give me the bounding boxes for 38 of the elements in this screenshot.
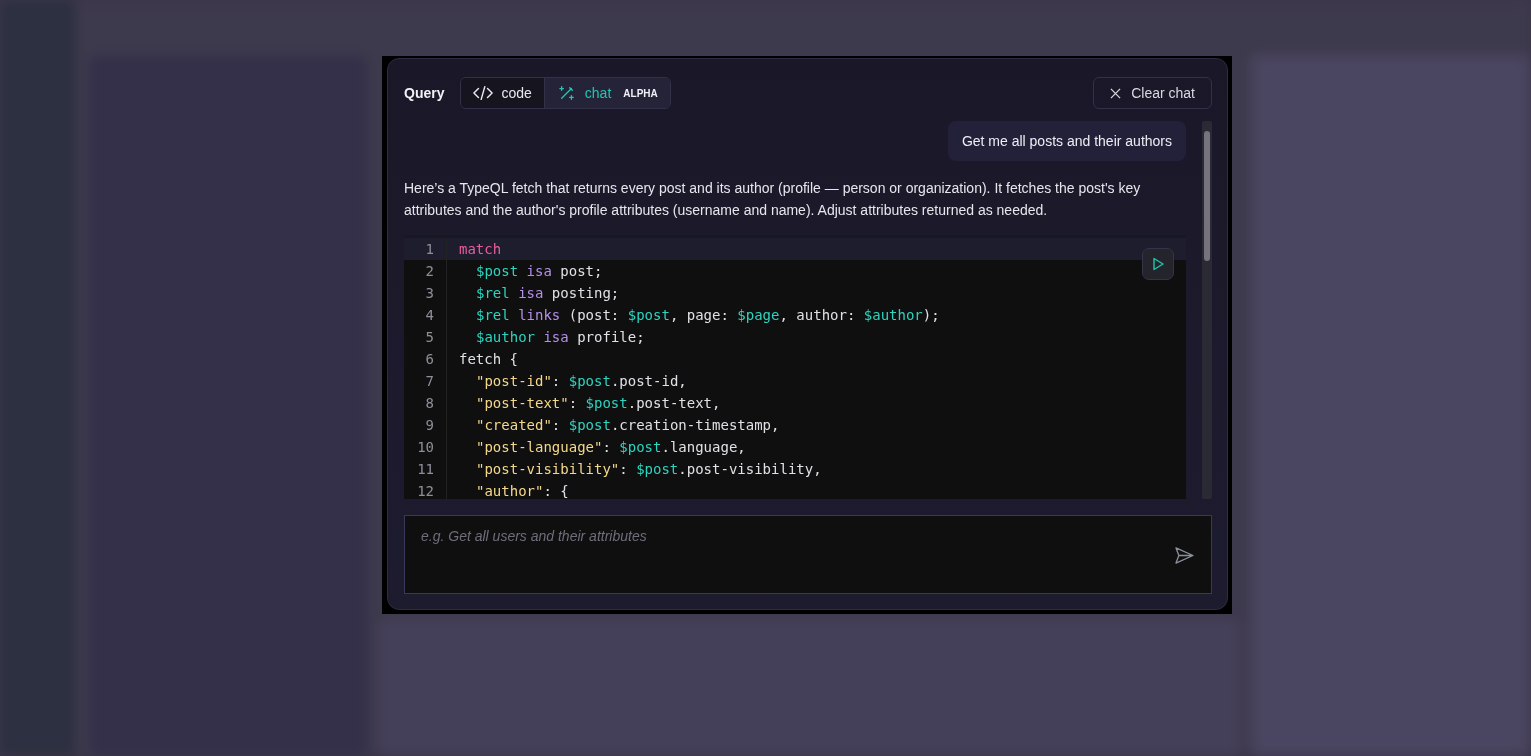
code-line: "post-text": $post.post-text, <box>475 394 721 413</box>
line-number: 7 <box>404 370 447 392</box>
chat-input[interactable]: e.g. Get all users and their attributes <box>404 515 1212 594</box>
code-line: "post-visibility": $post.post-visibility, <box>475 460 822 479</box>
play-icon <box>1151 257 1165 271</box>
line-number: 12 <box>404 480 447 499</box>
mode-tab[interactable]: code <box>461 78 544 108</box>
code-line: "author": { <box>475 482 569 499</box>
code-line: $rel isa posting; <box>475 284 620 303</box>
line-number: 6 <box>404 348 447 370</box>
code-line: $author isa profile; <box>475 328 645 347</box>
line-number: 1 <box>404 238 447 260</box>
line-number: 9 <box>404 414 447 436</box>
assistant-message: Here’s a TypeQL fetch that returns every post and its author (profile — person or organization). It fetches the post's key attributes and the author's profile attributes (username and name). Adjust attributes returned as needed. <box>404 179 1142 220</box>
code-line: match <box>458 240 502 259</box>
code-line: $rel links (post: $post, page: $page, author: $author); <box>475 306 940 325</box>
code-line: $post isa post; <box>475 262 603 281</box>
scrollbar[interactable] <box>1202 121 1212 499</box>
line-number: 8 <box>404 392 447 414</box>
code-line: "created": $post.creation-timestamp, <box>475 416 780 435</box>
mode-tab[interactable]: chat ALPHA <box>543 78 670 108</box>
user-message: Get me all posts and their authors <box>947 121 1186 161</box>
line-number: 10 <box>404 436 447 458</box>
line-number: 5 <box>404 326 447 348</box>
line-number: 2 <box>404 260 447 282</box>
line-number: 11 <box>404 458 447 480</box>
send-icon[interactable] <box>1175 547 1194 564</box>
code-line: "post-language": $post.language, <box>475 438 746 457</box>
dialog-title: Query <box>404 85 445 101</box>
code-line: fetch { <box>458 350 518 369</box>
line-number: 4 <box>404 304 447 326</box>
close-icon <box>1110 87 1122 99</box>
run-button[interactable] <box>1142 248 1174 280</box>
clear-chat-button[interactable]: Clear chat <box>1093 77 1212 109</box>
code-line: "post-id": $post.post-id, <box>475 372 687 391</box>
code-icon <box>473 85 494 101</box>
magic-wand-icon <box>556 85 577 101</box>
line-number: 3 <box>404 282 447 304</box>
